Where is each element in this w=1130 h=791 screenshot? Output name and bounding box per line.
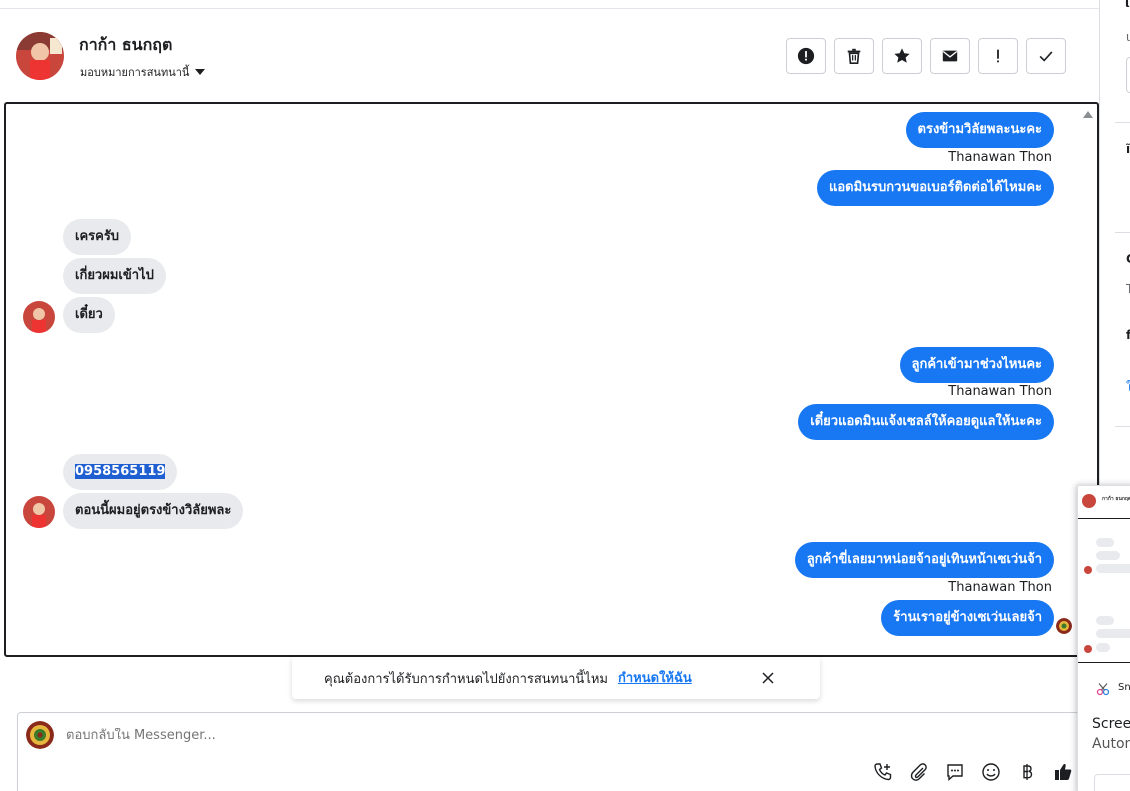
message-bubble-outgoing[interactable]: เดี๋ยวแอดมินแจ้งเซลล์ให้คอยดูแลให้นะคะ [798, 404, 1054, 440]
message-bubble-outgoing[interactable]: ลูกค้าขี่เลยมาหน่อยจ้าอยู่เทินหน้าเซเว่น… [794, 542, 1054, 578]
mark-spam-button[interactable] [786, 38, 826, 74]
message-bubble-incoming[interactable]: ตอนนี้ผมอยู่ตรงข้างวิลัยพละ [63, 493, 244, 529]
exclamation-icon [997, 49, 999, 63]
emoji-button[interactable] [980, 761, 1002, 783]
screenshot-thumbnail[interactable]: กาก้า ธนกฤต Sn Screen Autom [1077, 485, 1130, 791]
assign-label: มอบหมายการสนทนานี้ [80, 66, 190, 79]
envelope-icon [942, 50, 958, 62]
assign-banner: คุณต้องการได้รับการกำหนดไปยังการสนทนานี้… [292, 657, 820, 699]
payment-button[interactable] [1016, 761, 1038, 783]
message-bubble-outgoing[interactable]: ตรงข้ามวิลัยพละนะคะ [905, 112, 1054, 148]
right-panel-divider-line [1115, 122, 1130, 123]
paperclip-icon [910, 763, 927, 781]
attach-button[interactable] [908, 761, 930, 783]
delete-button[interactable] [834, 38, 874, 74]
page-avatar [26, 721, 54, 749]
message-bubble-outgoing[interactable]: ร้านเราอยู่ข้างเซเว่นเลยจ้า [881, 600, 1054, 636]
read-receipt-avatar [1056, 618, 1072, 634]
mark-done-button[interactable] [1026, 38, 1066, 74]
messenger-inbox: กาก้า ธนกฤต มอบหมายการสนทนานี้ ตรงข้ามวิ… [0, 0, 1130, 791]
chat-bubble-icon [947, 764, 963, 782]
right-panel-fragment: ใ [1126, 380, 1130, 394]
message-bubble-outgoing[interactable]: แอดมินรบกวนขอเบอร์ติดต่อได้ไหมคะ [816, 170, 1054, 206]
alert-circle-icon [797, 47, 815, 65]
assign-conversation-dropdown[interactable]: มอบหมายการสนทนานี้ [80, 63, 206, 81]
saved-replies-button[interactable] [944, 761, 966, 783]
contact-avatar[interactable] [16, 32, 64, 80]
thumbnail-action-button[interactable] [1094, 774, 1130, 791]
mark-unread-button[interactable] [930, 38, 970, 74]
sender-name: Thanawan Thon [948, 384, 1052, 399]
selected-phone-number[interactable]: 0958565119 [75, 464, 166, 479]
caret-down-icon [195, 69, 206, 75]
message-thread[interactable]: ตรงข้ามวิลัยพละนะคะ Thanawan Thon แอดมิน… [4, 102, 1099, 657]
thumbnail-subtitle: Autom [1092, 736, 1130, 752]
star-icon [894, 48, 910, 63]
thumbnail-avatar [1082, 494, 1096, 508]
thumbs-up-icon [1055, 764, 1072, 780]
check-icon [1039, 51, 1053, 62]
message-bubble-incoming[interactable]: 0958565119 [63, 454, 178, 490]
right-panel-fragment: ι [1125, 0, 1130, 10]
close-icon[interactable] [760, 670, 776, 686]
smiley-icon [982, 763, 1000, 781]
right-panel-divider-line [1115, 232, 1130, 233]
right-panel-divider-line [1115, 426, 1130, 427]
star-button[interactable] [882, 38, 922, 74]
sender-name: Thanawan Thon [948, 150, 1052, 165]
message-bubble-incoming[interactable]: เกี่ยวผมเข้าไป [63, 258, 166, 294]
conversation-header: กาก้า ธนกฤต มอบหมายการสนทนานี้ [0, 9, 1098, 101]
like-button[interactable] [1052, 761, 1074, 783]
message-bubble-incoming[interactable]: เดี๋ยว [63, 297, 115, 333]
trash-icon [847, 48, 861, 65]
scroll-up-arrow-icon[interactable] [1083, 111, 1093, 118]
thumbnail-preview-text: กาก้า ธนกฤต [1102, 496, 1130, 502]
follow-up-button[interactable] [978, 38, 1018, 74]
message-bubble-outgoing[interactable]: ลูกค้าเข้ามาช่วงไหนคะ [899, 347, 1054, 383]
right-panel-field[interactable] [1126, 57, 1130, 93]
reply-input[interactable] [66, 728, 766, 743]
right-panel-fragment: T [1126, 282, 1130, 296]
right-panel-fragment: f [1126, 328, 1130, 342]
reply-composer [17, 712, 1097, 791]
right-panel-fragment: C [1126, 252, 1130, 266]
sender-name: Thanawan Thon [948, 580, 1052, 595]
right-panel-fragment: ĩ [1126, 142, 1130, 156]
phone-plus-icon [874, 763, 892, 781]
contact-avatar-small[interactable] [23, 301, 55, 333]
conversation-actions [786, 38, 1066, 74]
snipping-tool-icon [1096, 683, 1110, 696]
contact-avatar-small[interactable] [23, 496, 55, 528]
contact-name[interactable]: กาก้า ธนกฤต [79, 33, 172, 58]
assign-banner-text: คุณต้องการได้รับการกำหนดไปยังการสนทนานี้… [324, 672, 608, 687]
thumbnail-app-name: Sn [1118, 682, 1130, 693]
baht-icon [1023, 764, 1033, 780]
message-bubble-incoming[interactable]: เครครับ [63, 219, 132, 255]
assign-to-me-link[interactable]: กำหนดให้ฉัน [618, 667, 692, 688]
thumbnail-title: Screen [1092, 716, 1130, 732]
right-panel-fragment: ι [1126, 30, 1130, 44]
call-button[interactable] [872, 761, 894, 783]
